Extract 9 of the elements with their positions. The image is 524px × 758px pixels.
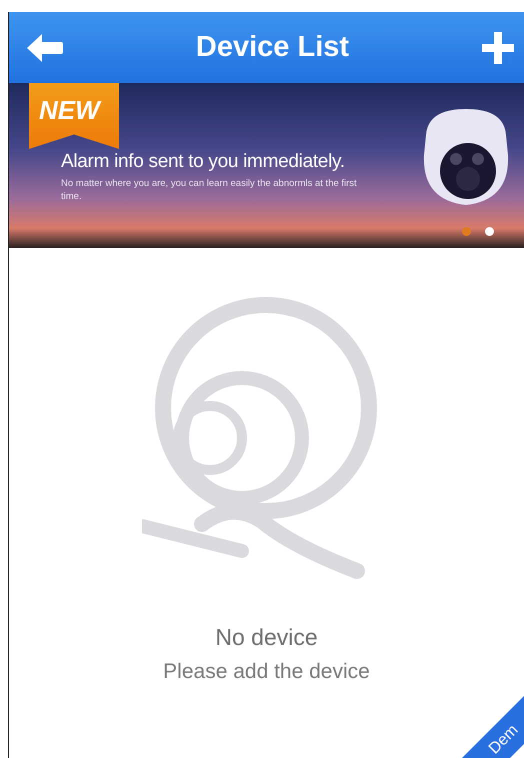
banner-text: No matter where you are, you can learn easily the abnormls at the first time. bbox=[61, 177, 358, 203]
empty-subtitle: Please add the device bbox=[163, 660, 370, 684]
page-title: Device List bbox=[196, 31, 350, 64]
carousel-dot[interactable] bbox=[485, 227, 494, 236]
carousel-dot[interactable] bbox=[462, 227, 471, 236]
new-ribbon: NEW bbox=[29, 83, 119, 149]
promo-banner[interactable]: NEW Alarm info sent to you immediately. No matter where you are, you can learn easily the abnormls at the first time. bbox=[9, 83, 524, 248]
empty-title: No device bbox=[215, 624, 318, 651]
banner-headline: Alarm info sent to you immediately. bbox=[61, 151, 346, 173]
